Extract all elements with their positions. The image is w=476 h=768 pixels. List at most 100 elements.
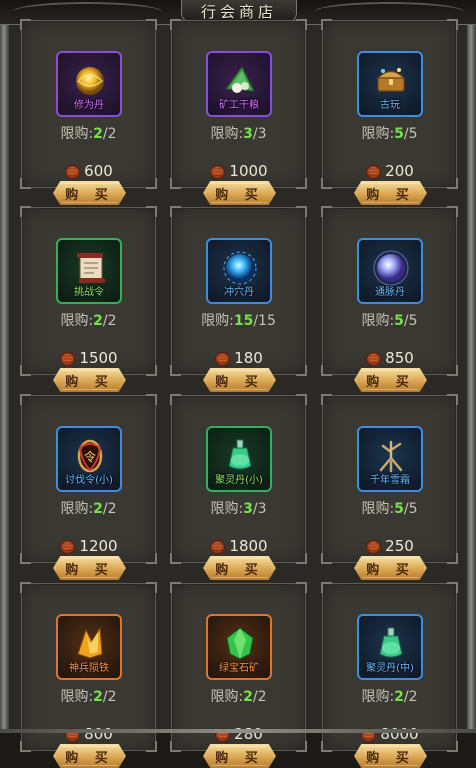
buy-button[interactable]: 购 买 [354, 181, 427, 205]
card-corner [146, 582, 157, 593]
price-value: 1500 [79, 349, 118, 367]
right-border [467, 0, 476, 733]
shop-item-card: 通脉丹 限购:5/5 850 购 买 [321, 206, 458, 392]
rice-dumpling-icon [220, 61, 260, 99]
shop-item-card: 令讨伐令(小) 限购:2/2 1200 购 买 [20, 394, 157, 580]
buy-button[interactable]: 购 买 [354, 744, 427, 768]
buy-button[interactable]: 购 买 [53, 556, 126, 580]
limit-max: /2 [102, 126, 117, 142]
item-icon-frame[interactable]: 矿工干粮 [206, 51, 272, 117]
limit-current: 3 [243, 126, 253, 142]
limit-max: /2 [252, 689, 267, 705]
card-corner [170, 206, 181, 217]
purchase-limit: 限购:5/5 [323, 498, 456, 518]
item-price: 1000 [172, 162, 305, 180]
purchase-limit: 限购:5/5 [323, 123, 456, 143]
buy-button-label: 购 买 [65, 187, 114, 203]
shop-item-grid: 修为丹 限购:2/2 600 购 买矿工干粮 限购:3/3 1000 购 买古玩 限购:5/5… [20, 0, 459, 768]
buy-button-label: 购 买 [366, 750, 415, 766]
shop-item-card: 古玩限购:5/5 200 购 买 [321, 19, 458, 205]
card-corner [20, 582, 31, 593]
card-corner [321, 19, 332, 30]
price-value: 200 [385, 162, 414, 180]
limit-current: 15 [233, 313, 254, 329]
item-icon-frame[interactable]: 古玩 [357, 51, 423, 117]
item-price: 280 [172, 725, 305, 743]
item-name: 挑战令 [74, 287, 104, 298]
card-corner [146, 206, 157, 217]
limit-prefix: 限购: [361, 689, 395, 705]
item-icon-frame[interactable]: 通脉丹 [357, 238, 423, 304]
limit-max: /3 [252, 501, 267, 517]
price-value: 8000 [380, 725, 419, 743]
item-icon-frame[interactable]: 令讨伐令(小) [56, 426, 122, 492]
buy-button[interactable]: 购 买 [354, 368, 427, 392]
limit-current: 5 [394, 501, 404, 517]
svg-text:令: 令 [84, 449, 96, 464]
limit-prefix: 限购: [210, 126, 244, 142]
bottom-border [0, 729, 476, 733]
buy-button-label: 购 买 [65, 750, 114, 766]
item-name: 聚灵丹(中) [366, 663, 414, 674]
card-corner [170, 582, 181, 593]
item-icon-frame[interactable]: 绿宝石矿 [206, 614, 272, 680]
card-corner [321, 206, 332, 217]
limit-current: 2 [93, 501, 103, 517]
guild-currency-icon [209, 163, 226, 180]
limit-prefix: 限购: [361, 126, 395, 142]
item-icon-frame[interactable]: 挑战令 [56, 238, 122, 304]
buy-button[interactable]: 购 买 [354, 556, 427, 580]
item-icon-frame[interactable]: 冲穴丹 [206, 238, 272, 304]
item-icon-frame[interactable]: 修为丹 [56, 51, 122, 117]
item-name: 千年雪霜 [370, 475, 410, 486]
limit-current: 3 [243, 501, 253, 517]
shop-item-card: 矿工干粮 限购:3/3 1000 购 买 [170, 19, 307, 205]
buy-button[interactable]: 购 买 [203, 556, 276, 580]
purchase-limit: 限购:3/3 [172, 498, 305, 518]
card-corner [321, 582, 332, 593]
card-corner [447, 19, 458, 30]
card-corner [296, 206, 307, 217]
purchase-limit: 限购:2/2 [22, 310, 155, 330]
buy-button[interactable]: 购 买 [53, 181, 126, 205]
limit-prefix: 限购: [60, 126, 94, 142]
item-name: 聚灵丹(小) [215, 475, 263, 486]
violet-orb-icon [371, 248, 411, 286]
card-corner [296, 19, 307, 30]
meteor-iron-icon [70, 624, 110, 662]
limit-current: 5 [394, 126, 404, 142]
card-corner [146, 19, 157, 30]
green-potion-icon [220, 436, 260, 474]
buy-button[interactable]: 购 买 [53, 368, 126, 392]
buy-button[interactable]: 购 买 [203, 181, 276, 205]
limit-prefix: 限购: [210, 689, 244, 705]
buy-button[interactable]: 购 买 [203, 368, 276, 392]
card-corner [170, 394, 181, 405]
buy-button[interactable]: 购 买 [53, 744, 126, 768]
item-name: 神兵陨铁 [69, 663, 109, 674]
card-corner [20, 19, 31, 30]
price-value: 1000 [229, 162, 268, 180]
shop-item-card: 神兵陨铁 限购:2/2 800 购 买 [20, 582, 157, 768]
scroll-icon [70, 248, 110, 286]
golden-orb-icon [70, 61, 110, 99]
item-icon-frame[interactable]: 聚灵丹(中) [357, 614, 423, 680]
shop-item-card: 绿宝石矿 限购:2/2 280 购 买 [170, 582, 307, 768]
item-price: 200 [323, 162, 456, 180]
buy-button-label: 购 买 [366, 187, 415, 203]
buy-button-label: 购 买 [215, 374, 264, 390]
price-value: 180 [234, 349, 263, 367]
buy-button[interactable]: 购 买 [203, 744, 276, 768]
item-price: 8000 [323, 725, 456, 743]
item-icon-frame[interactable]: 神兵陨铁 [56, 614, 122, 680]
guild-currency-icon [59, 538, 76, 555]
guild-shop-panel: 行会商店 修为丹 限购:2/2 600 购 买矿工干粮 限购:3/3 1000 购 买古玩限… [0, 0, 476, 768]
card-corner [296, 394, 307, 405]
item-icon-frame[interactable]: 聚灵丹(小) [206, 426, 272, 492]
limit-prefix: 限购: [361, 313, 395, 329]
item-icon-frame[interactable]: 千年雪霜 [357, 426, 423, 492]
shop-item-card: 千年雪霜 限购:5/5 250 购 买 [321, 394, 458, 580]
card-corner [20, 394, 31, 405]
item-price: 800 [22, 725, 155, 743]
guild-currency-icon [214, 350, 231, 367]
